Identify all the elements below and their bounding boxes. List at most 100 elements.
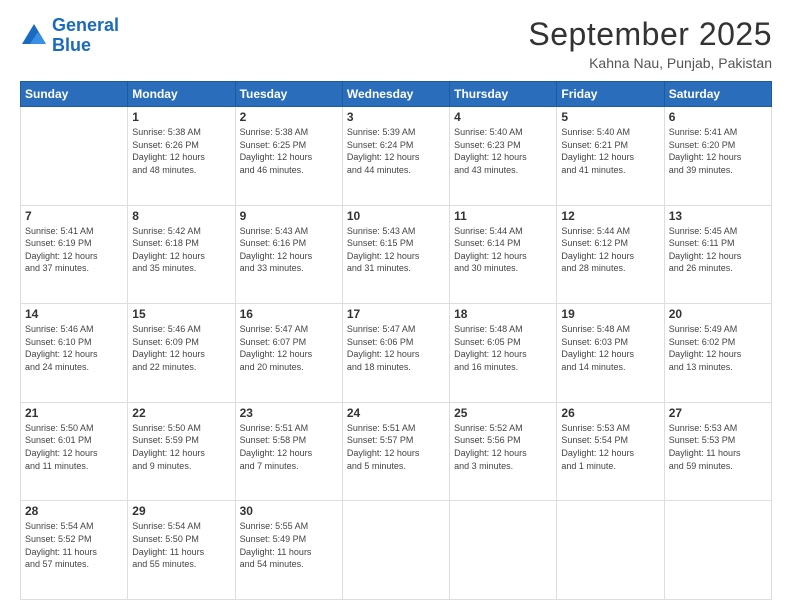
calendar-cell: 17 Sunrise: 5:47 AM Sunset: 6:06 PM Dayli… bbox=[342, 304, 449, 403]
day-number: 16 bbox=[240, 307, 338, 321]
calendar-cell: 15Sunrise: 5:46 AM Sunset: 6:09 PM Dayli… bbox=[128, 304, 235, 403]
day-number: 9 bbox=[240, 209, 338, 223]
cell-info: Sunrise: 5:47 AM Sunset: 6:06 PM Dayligh… bbox=[347, 323, 445, 373]
cell-info: Sunrise: 5:42 AM Sunset: 6:18 PM Dayligh… bbox=[132, 225, 230, 275]
calendar-cell: 19 Sunrise: 5:48 AM Sunset: 6:03 PM Dayli… bbox=[557, 304, 664, 403]
calendar-cell bbox=[450, 501, 557, 600]
week-row: 21 Sunrise: 5:50 AM Sunset: 6:01 PM Dayli… bbox=[21, 402, 772, 501]
cell-info: Sunrise: 5:45 AM Sunset: 6:11 PM Dayligh… bbox=[669, 225, 767, 275]
calendar-cell bbox=[664, 501, 771, 600]
day-number: 5 bbox=[561, 110, 659, 124]
cell-info: Sunrise: 5:43 AM Sunset: 6:16 PM Dayligh… bbox=[240, 225, 338, 275]
calendar-cell: 14 Sunrise: 5:46 AM Sunset: 6:10 PM Dayli… bbox=[21, 304, 128, 403]
cell-info: Sunrise: 5:52 AM Sunset: 5:56 PM Dayligh… bbox=[454, 422, 552, 472]
calendar-cell: 26 Sunrise: 5:53 AM Sunset: 5:54 PM Dayli… bbox=[557, 402, 664, 501]
calendar-cell: 7 Sunrise: 5:41 AM Sunset: 6:19 PM Daylig… bbox=[21, 205, 128, 304]
day-number: 25 bbox=[454, 406, 552, 420]
day-number: 8 bbox=[132, 209, 230, 223]
calendar-cell: 2 Sunrise: 5:38 AM Sunset: 6:25 PM Daylig… bbox=[235, 107, 342, 206]
day-number: 3 bbox=[347, 110, 445, 124]
cell-info: Sunrise: 5:55 AM Sunset: 5:49 PM Dayligh… bbox=[240, 520, 338, 570]
calendar-cell: 3 Sunrise: 5:39 AM Sunset: 6:24 PM Daylig… bbox=[342, 107, 449, 206]
cell-info: Sunrise: 5:41 AM Sunset: 6:19 PM Dayligh… bbox=[25, 225, 123, 275]
calendar-cell: 18 Sunrise: 5:48 AM Sunset: 6:05 PM Dayli… bbox=[450, 304, 557, 403]
day-number: 21 bbox=[25, 406, 123, 420]
month-title: September 2025 bbox=[528, 16, 772, 53]
day-number: 20 bbox=[669, 307, 767, 321]
calendar-cell: 23Sunrise: 5:51 AM Sunset: 5:58 PM Dayli… bbox=[235, 402, 342, 501]
day-number: 27 bbox=[669, 406, 767, 420]
week-row: 28Sunrise: 5:54 AM Sunset: 5:52 PM Dayli… bbox=[21, 501, 772, 600]
day-number: 2 bbox=[240, 110, 338, 124]
day-number: 26 bbox=[561, 406, 659, 420]
day-number: 7 bbox=[25, 209, 123, 223]
weekday-header: Monday bbox=[128, 82, 235, 107]
cell-info: Sunrise: 5:49 AM Sunset: 6:02 PM Dayligh… bbox=[669, 323, 767, 373]
calendar-cell: 27 Sunrise: 5:53 AM Sunset: 5:53 PM Dayli… bbox=[664, 402, 771, 501]
day-number: 10 bbox=[347, 209, 445, 223]
logo-line1: General bbox=[52, 15, 119, 35]
cell-info: Sunrise: 5:51 AM Sunset: 5:58 PM Dayligh… bbox=[240, 422, 338, 472]
calendar-cell: 20 Sunrise: 5:49 AM Sunset: 6:02 PM Dayli… bbox=[664, 304, 771, 403]
calendar-cell: 4Sunrise: 5:40 AM Sunset: 6:23 PM Daylig… bbox=[450, 107, 557, 206]
weekday-header: Wednesday bbox=[342, 82, 449, 107]
day-number: 29 bbox=[132, 504, 230, 518]
calendar-header-row: SundayMondayTuesdayWednesdayThursdayFrid… bbox=[21, 82, 772, 107]
day-number: 12 bbox=[561, 209, 659, 223]
calendar-cell bbox=[342, 501, 449, 600]
cell-info: Sunrise: 5:43 AM Sunset: 6:15 PM Dayligh… bbox=[347, 225, 445, 275]
weekday-header: Tuesday bbox=[235, 82, 342, 107]
title-block: September 2025 Kahna Nau, Punjab, Pakist… bbox=[528, 16, 772, 71]
week-row: 7 Sunrise: 5:41 AM Sunset: 6:19 PM Daylig… bbox=[21, 205, 772, 304]
calendar-cell: 13 Sunrise: 5:45 AM Sunset: 6:11 PM Dayli… bbox=[664, 205, 771, 304]
day-number: 30 bbox=[240, 504, 338, 518]
day-number: 18 bbox=[454, 307, 552, 321]
cell-info: Sunrise: 5:53 AM Sunset: 5:53 PM Dayligh… bbox=[669, 422, 767, 472]
calendar-cell: 10 Sunrise: 5:43 AM Sunset: 6:15 PM Dayli… bbox=[342, 205, 449, 304]
day-number: 17 bbox=[347, 307, 445, 321]
calendar-cell: 25 Sunrise: 5:52 AM Sunset: 5:56 PM Dayli… bbox=[450, 402, 557, 501]
logo-line2: Blue bbox=[52, 35, 91, 55]
cell-info: Sunrise: 5:44 AM Sunset: 6:14 PM Dayligh… bbox=[454, 225, 552, 275]
calendar-cell: 30 Sunrise: 5:55 AM Sunset: 5:49 PM Dayli… bbox=[235, 501, 342, 600]
cell-info: Sunrise: 5:38 AM Sunset: 6:26 PM Dayligh… bbox=[132, 126, 230, 176]
week-row: 1Sunrise: 5:38 AM Sunset: 6:26 PM Daylig… bbox=[21, 107, 772, 206]
calendar-table: SundayMondayTuesdayWednesdayThursdayFrid… bbox=[20, 81, 772, 600]
calendar-cell: 12 Sunrise: 5:44 AM Sunset: 6:12 PM Dayli… bbox=[557, 205, 664, 304]
calendar-cell: 6Sunrise: 5:41 AM Sunset: 6:20 PM Daylig… bbox=[664, 107, 771, 206]
cell-info: Sunrise: 5:50 AM Sunset: 6:01 PM Dayligh… bbox=[25, 422, 123, 472]
cell-info: Sunrise: 5:38 AM Sunset: 6:25 PM Dayligh… bbox=[240, 126, 338, 176]
cell-info: Sunrise: 5:50 AM Sunset: 5:59 PM Dayligh… bbox=[132, 422, 230, 472]
cell-info: Sunrise: 5:48 AM Sunset: 6:05 PM Dayligh… bbox=[454, 323, 552, 373]
day-number: 14 bbox=[25, 307, 123, 321]
weekday-header: Thursday bbox=[450, 82, 557, 107]
day-number: 24 bbox=[347, 406, 445, 420]
calendar-cell bbox=[21, 107, 128, 206]
week-row: 14 Sunrise: 5:46 AM Sunset: 6:10 PM Dayli… bbox=[21, 304, 772, 403]
day-number: 13 bbox=[669, 209, 767, 223]
logo-text: General Blue bbox=[52, 16, 119, 56]
calendar-cell: 16 Sunrise: 5:47 AM Sunset: 6:07 PM Dayli… bbox=[235, 304, 342, 403]
day-number: 28 bbox=[25, 504, 123, 518]
day-number: 19 bbox=[561, 307, 659, 321]
cell-info: Sunrise: 5:53 AM Sunset: 5:54 PM Dayligh… bbox=[561, 422, 659, 472]
logo-icon bbox=[20, 22, 48, 50]
calendar-cell: 21 Sunrise: 5:50 AM Sunset: 6:01 PM Dayli… bbox=[21, 402, 128, 501]
cell-info: Sunrise: 5:46 AM Sunset: 6:09 PM Dayligh… bbox=[132, 323, 230, 373]
page: General Blue September 2025 Kahna Nau, P… bbox=[0, 0, 792, 612]
day-number: 11 bbox=[454, 209, 552, 223]
calendar-cell: 29 Sunrise: 5:54 AM Sunset: 5:50 PM Dayli… bbox=[128, 501, 235, 600]
cell-info: Sunrise: 5:46 AM Sunset: 6:10 PM Dayligh… bbox=[25, 323, 123, 373]
day-number: 6 bbox=[669, 110, 767, 124]
cell-info: Sunrise: 5:39 AM Sunset: 6:24 PM Dayligh… bbox=[347, 126, 445, 176]
calendar-cell: 1Sunrise: 5:38 AM Sunset: 6:26 PM Daylig… bbox=[128, 107, 235, 206]
calendar-cell: 28Sunrise: 5:54 AM Sunset: 5:52 PM Dayli… bbox=[21, 501, 128, 600]
cell-info: Sunrise: 5:40 AM Sunset: 6:23 PM Dayligh… bbox=[454, 126, 552, 176]
location-subtitle: Kahna Nau, Punjab, Pakistan bbox=[528, 55, 772, 71]
calendar-cell bbox=[557, 501, 664, 600]
weekday-header: Saturday bbox=[664, 82, 771, 107]
cell-info: Sunrise: 5:47 AM Sunset: 6:07 PM Dayligh… bbox=[240, 323, 338, 373]
cell-info: Sunrise: 5:48 AM Sunset: 6:03 PM Dayligh… bbox=[561, 323, 659, 373]
cell-info: Sunrise: 5:44 AM Sunset: 6:12 PM Dayligh… bbox=[561, 225, 659, 275]
cell-info: Sunrise: 5:54 AM Sunset: 5:50 PM Dayligh… bbox=[132, 520, 230, 570]
